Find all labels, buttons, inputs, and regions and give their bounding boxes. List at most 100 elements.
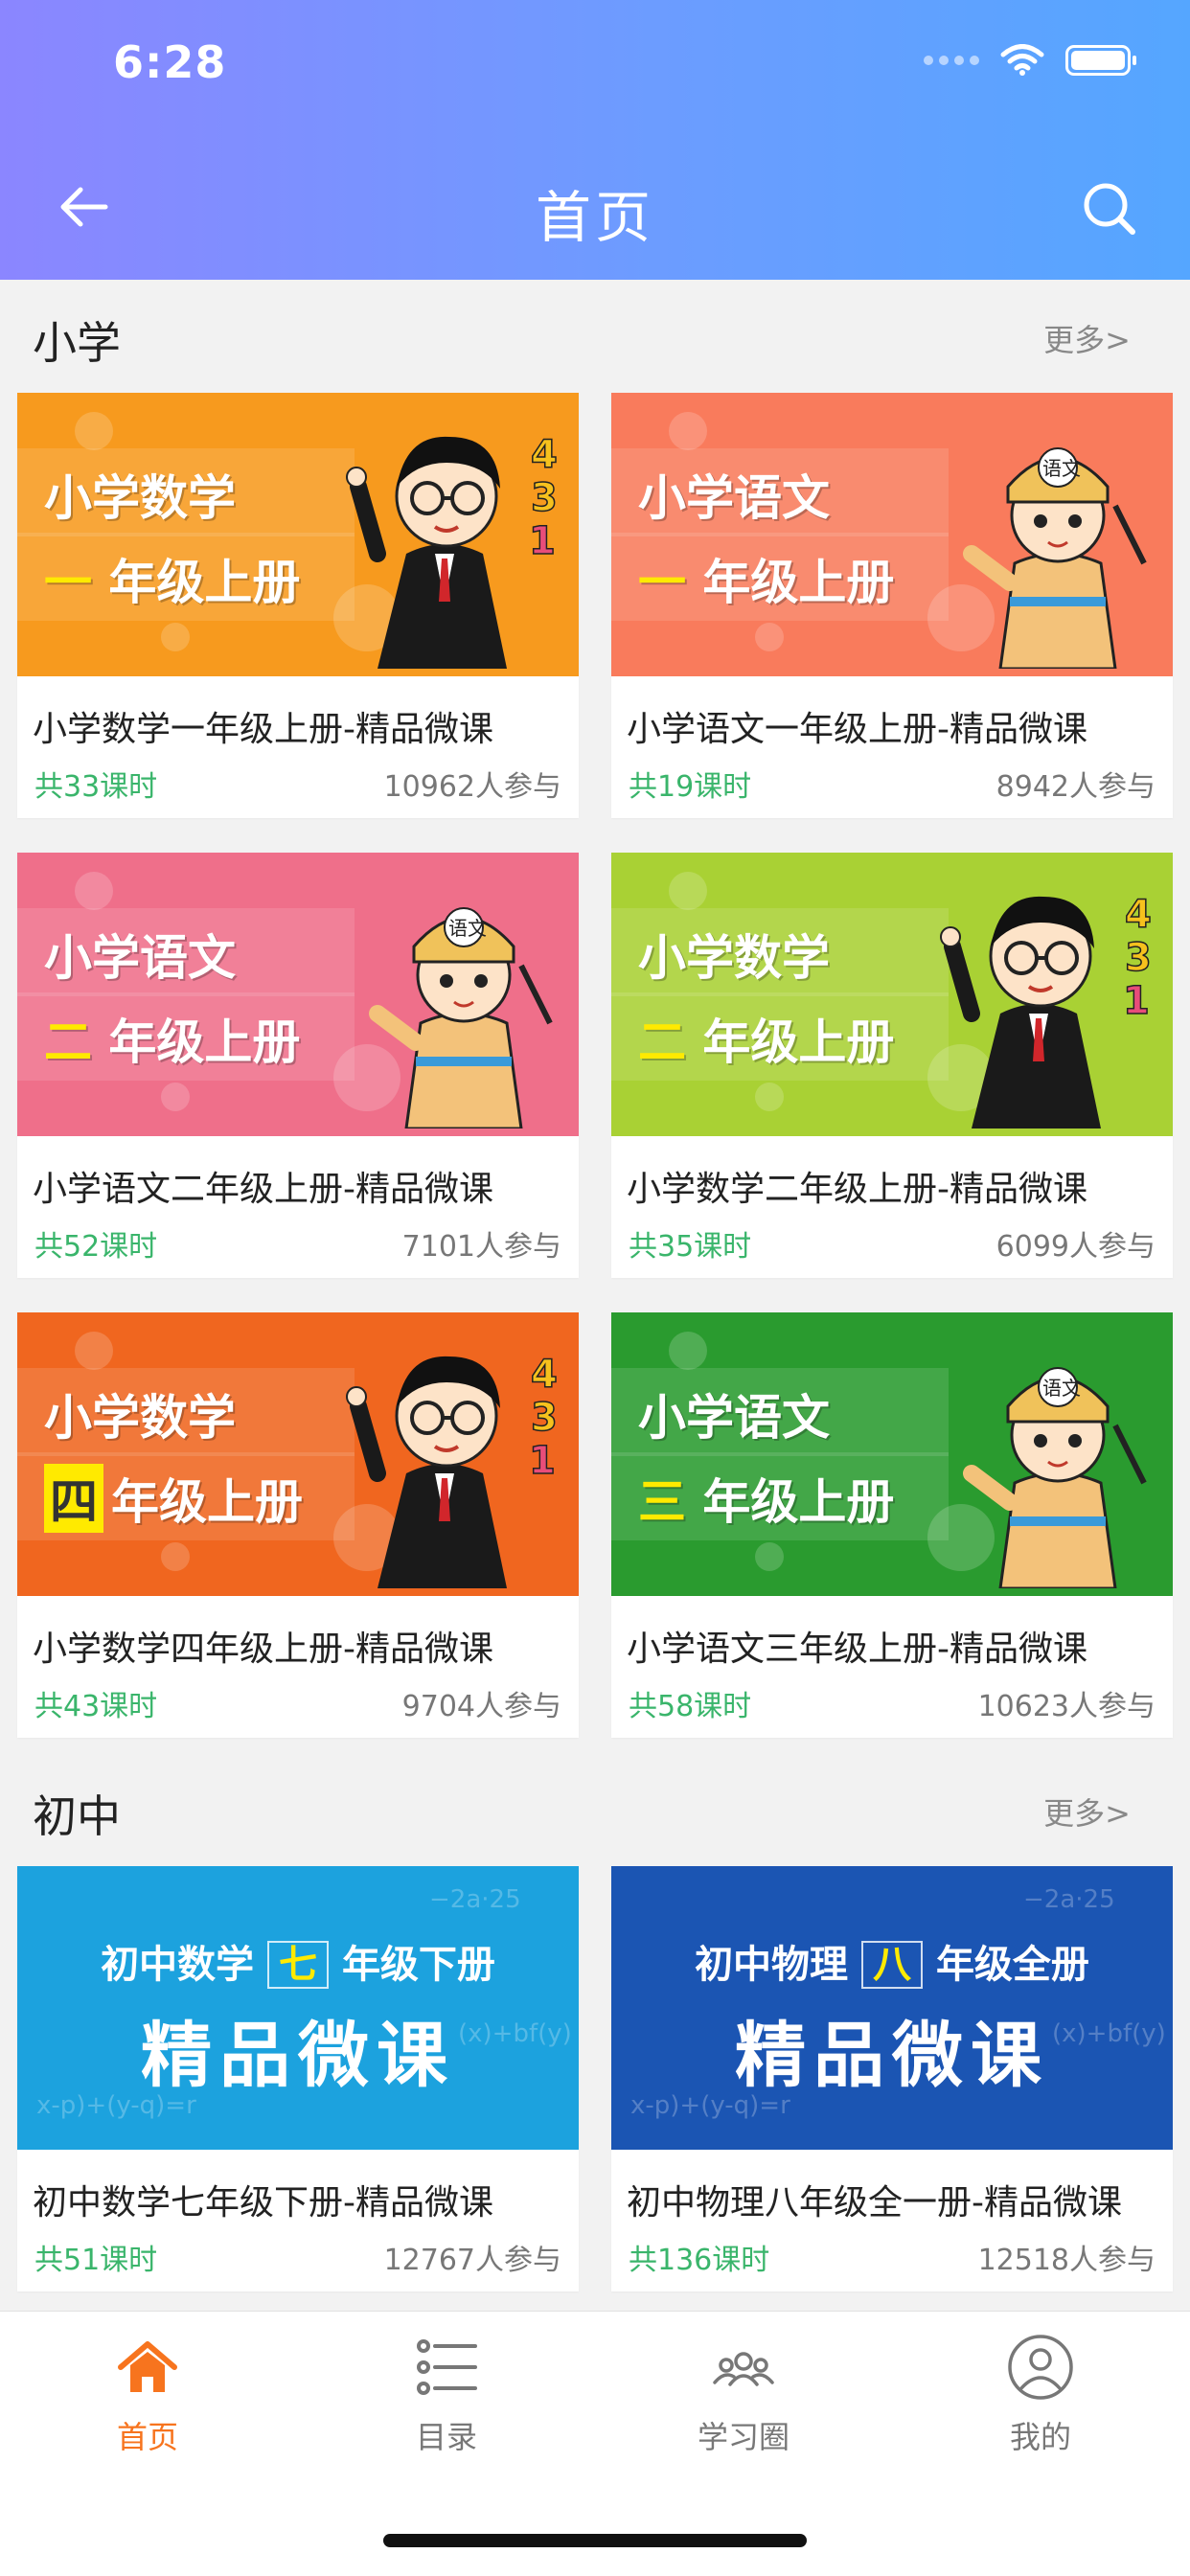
svg-text:3: 3 bbox=[531, 476, 558, 520]
banner-grade-text: 年级上册 bbox=[111, 1474, 303, 1530]
tab-label: 我的 bbox=[1009, 2419, 1071, 2455]
home-indicator bbox=[383, 2534, 807, 2547]
teacher-cartoon-icon: 431 bbox=[346, 432, 559, 669]
svg-text:语文: 语文 bbox=[1042, 1377, 1081, 1400]
lesson-count: 共58课时 bbox=[629, 1690, 752, 1723]
banner-grade-text: 年级上册 bbox=[702, 1014, 895, 1070]
teacher-cartoon-icon: 431 bbox=[346, 1352, 559, 1588]
group-icon bbox=[713, 2352, 774, 2386]
section-title: 初中 bbox=[33, 1790, 121, 1842]
app-header: 6:28 首页 bbox=[0, 0, 1190, 280]
banner-grade-number: 二 bbox=[44, 1014, 92, 1070]
svg-text:语文: 语文 bbox=[1042, 457, 1081, 480]
course-card[interactable]: −2a·25 x-p)+(y-q)=r (x)+bf(y) 初中物理 八 年级全册 精品… bbox=[611, 1866, 1173, 2291]
banner-grade-text: 年级上册 bbox=[702, 555, 895, 610]
profile-icon bbox=[1008, 2335, 1073, 2400]
lesson-count: 共33课时 bbox=[34, 770, 158, 804]
course-thumbnail: −2a·25 x-p)+(y-q)=r (x)+bf(y) 初中数学 七 年级下册 精品… bbox=[17, 1866, 579, 2150]
course-name: 小学语文一年级上册-精品微课 bbox=[627, 710, 1087, 749]
banner-grade-number: 七 bbox=[267, 1941, 329, 1989]
course-thumbnail: 小学语文一 年级上册 语文 bbox=[611, 393, 1173, 676]
banner-tagline: 精品微课 bbox=[141, 2015, 455, 2097]
banner-grade-number: 三 bbox=[638, 1474, 686, 1530]
scholar-cartoon-icon: 语文 bbox=[369, 907, 553, 1128]
tab-bar: 首页 目录 学习圈 我的 bbox=[0, 2311, 1190, 2576]
course-card[interactable]: −2a·25 x-p)+(y-q)=r (x)+bf(y) 初中数学 七 年级下册 精品… bbox=[17, 1866, 579, 2291]
banner-grade-text: 年级上册 bbox=[702, 1474, 895, 1530]
signal-icon bbox=[924, 56, 979, 65]
svg-text:1: 1 bbox=[529, 519, 556, 563]
more-link[interactable]: 更多> bbox=[1043, 1790, 1131, 1834]
banner-grade-number: 二 bbox=[638, 1014, 686, 1070]
lesson-count: 共19课时 bbox=[629, 770, 752, 804]
participant-count: 8942人参与 bbox=[995, 770, 1156, 804]
tab-label: 学习圈 bbox=[697, 2419, 790, 2455]
wifi-icon bbox=[1000, 44, 1044, 76]
course-thumbnail: 小学数学四年级上册 4 3 1 bbox=[17, 1312, 579, 1596]
banner-subject: 小学数学 bbox=[44, 1390, 236, 1446]
tab-profile[interactable]: 我的 bbox=[964, 2333, 1117, 2457]
search-icon[interactable] bbox=[1079, 178, 1140, 239]
participant-count: 10962人参与 bbox=[383, 770, 561, 804]
tab-home[interactable]: 首页 bbox=[71, 2333, 224, 2457]
svg-text:语文: 语文 bbox=[448, 917, 487, 940]
course-card[interactable]: 小学数学四年级上册 4 3 1 小学数学四年级上册-精品微课 共43课时 9704人参与 bbox=[17, 1312, 579, 1738]
lesson-count: 共136课时 bbox=[629, 2244, 770, 2277]
course-name: 初中物理八年级全一册-精品微课 bbox=[627, 2183, 1122, 2223]
course-thumbnail: −2a·25 x-p)+(y-q)=r (x)+bf(y) 初中物理 八 年级全册 精品… bbox=[611, 1866, 1173, 2150]
participant-count: 12767人参与 bbox=[383, 2244, 561, 2277]
banner-heading: 初中数学 七 年级下册 bbox=[17, 1933, 579, 1989]
status-time: 6:28 bbox=[113, 36, 227, 88]
page-title: 首页 bbox=[535, 185, 654, 250]
course-thumbnail: 小学语文二 年级上册 语文 bbox=[17, 853, 579, 1136]
banner-grade: 三 年级上册 bbox=[638, 1464, 894, 1533]
banner-grade: 四年级上册 bbox=[44, 1464, 303, 1533]
banner-grade: 一 年级上册 bbox=[44, 544, 300, 613]
course-card[interactable]: 小学数学一 年级上册 4 3 1 小学数学一年级上册-精品微课共33课时 10962人参与 bbox=[17, 393, 579, 818]
course-name: 小学数学一年级上册-精品微课 bbox=[33, 710, 493, 749]
course-card[interactable]: 小学语文一 年级上册 语文小学语文一年级上册-精品微课共19课时 8942人参与 bbox=[611, 393, 1173, 818]
lesson-count: 共51课时 bbox=[34, 2244, 158, 2277]
banner-grade-text: 年级下册 bbox=[341, 1943, 495, 1987]
banner-subject: 初中物理 bbox=[695, 1943, 849, 1987]
more-link[interactable]: 更多> bbox=[1043, 316, 1131, 360]
banner-grade-number: 八 bbox=[861, 1941, 923, 1989]
tab-label: 目录 bbox=[415, 2419, 477, 2455]
section-header-primary: 小学 更多> bbox=[0, 284, 1190, 379]
teacher-cartoon-icon: 431 bbox=[940, 892, 1153, 1128]
banner-subject: 小学语文 bbox=[638, 1390, 830, 1446]
course-card[interactable]: 小学数学二 年级上册 4 3 1 小学数学二年级上册-精品微课 共35课时 6099人参与 bbox=[611, 853, 1173, 1278]
course-name: 小学数学四年级上册-精品微课 bbox=[33, 1630, 493, 1669]
banner-grade: 一 年级上册 bbox=[638, 544, 894, 613]
tab-study-circle[interactable]: 学习圈 bbox=[667, 2333, 820, 2457]
course-name: 小学语文二年级上册-精品微课 bbox=[33, 1170, 493, 1209]
participant-count: 12518人参与 bbox=[977, 2244, 1156, 2277]
scholar-cartoon-icon: 语文 bbox=[963, 447, 1147, 669]
tab-label: 首页 bbox=[116, 2419, 178, 2455]
course-name: 小学数学二年级上册-精品微课 bbox=[627, 1170, 1087, 1209]
tab-catalog[interactable]: 目录 bbox=[370, 2333, 523, 2457]
section-title: 小学 bbox=[33, 317, 121, 369]
course-thumbnail: 小学数学二 年级上册 4 3 1 bbox=[611, 853, 1173, 1136]
banner-grade-number: 一 bbox=[638, 555, 686, 610]
banner-subject: 小学数学 bbox=[638, 930, 830, 986]
course-card[interactable]: 小学语文三 年级上册 语文小学语文三年级上册-精品微课共58课时 10623人参与 bbox=[611, 1312, 1173, 1738]
svg-text:3: 3 bbox=[531, 1396, 558, 1440]
banner-grade: 二 年级上册 bbox=[638, 1004, 894, 1073]
banner-subject: 小学语文 bbox=[638, 470, 830, 526]
svg-text:1: 1 bbox=[529, 1439, 556, 1483]
banner-grade-number: 四 bbox=[44, 1464, 103, 1533]
banner-subject: 小学语文 bbox=[44, 930, 236, 986]
course-name: 小学语文三年级上册-精品微课 bbox=[627, 1630, 1087, 1669]
svg-text:4: 4 bbox=[1125, 893, 1152, 937]
participant-count: 9704人参与 bbox=[401, 1690, 561, 1723]
scholar-cartoon-icon: 语文 bbox=[963, 1367, 1147, 1588]
svg-text:1: 1 bbox=[1123, 979, 1150, 1023]
banner-subject: 小学数学 bbox=[44, 470, 236, 526]
participant-count: 10623人参与 bbox=[977, 1690, 1156, 1723]
course-thumbnail: 小学数学一 年级上册 4 3 1 bbox=[17, 393, 579, 676]
course-card[interactable]: 小学语文二 年级上册 语文 小学语文二年级上册-精品微课 共52课时 7101人参与 bbox=[17, 853, 579, 1278]
banner-grade-text: 年级全册 bbox=[935, 1943, 1089, 1987]
section-header-junior: 初中 更多> bbox=[0, 1757, 1190, 1853]
svg-text:4: 4 bbox=[531, 433, 558, 477]
